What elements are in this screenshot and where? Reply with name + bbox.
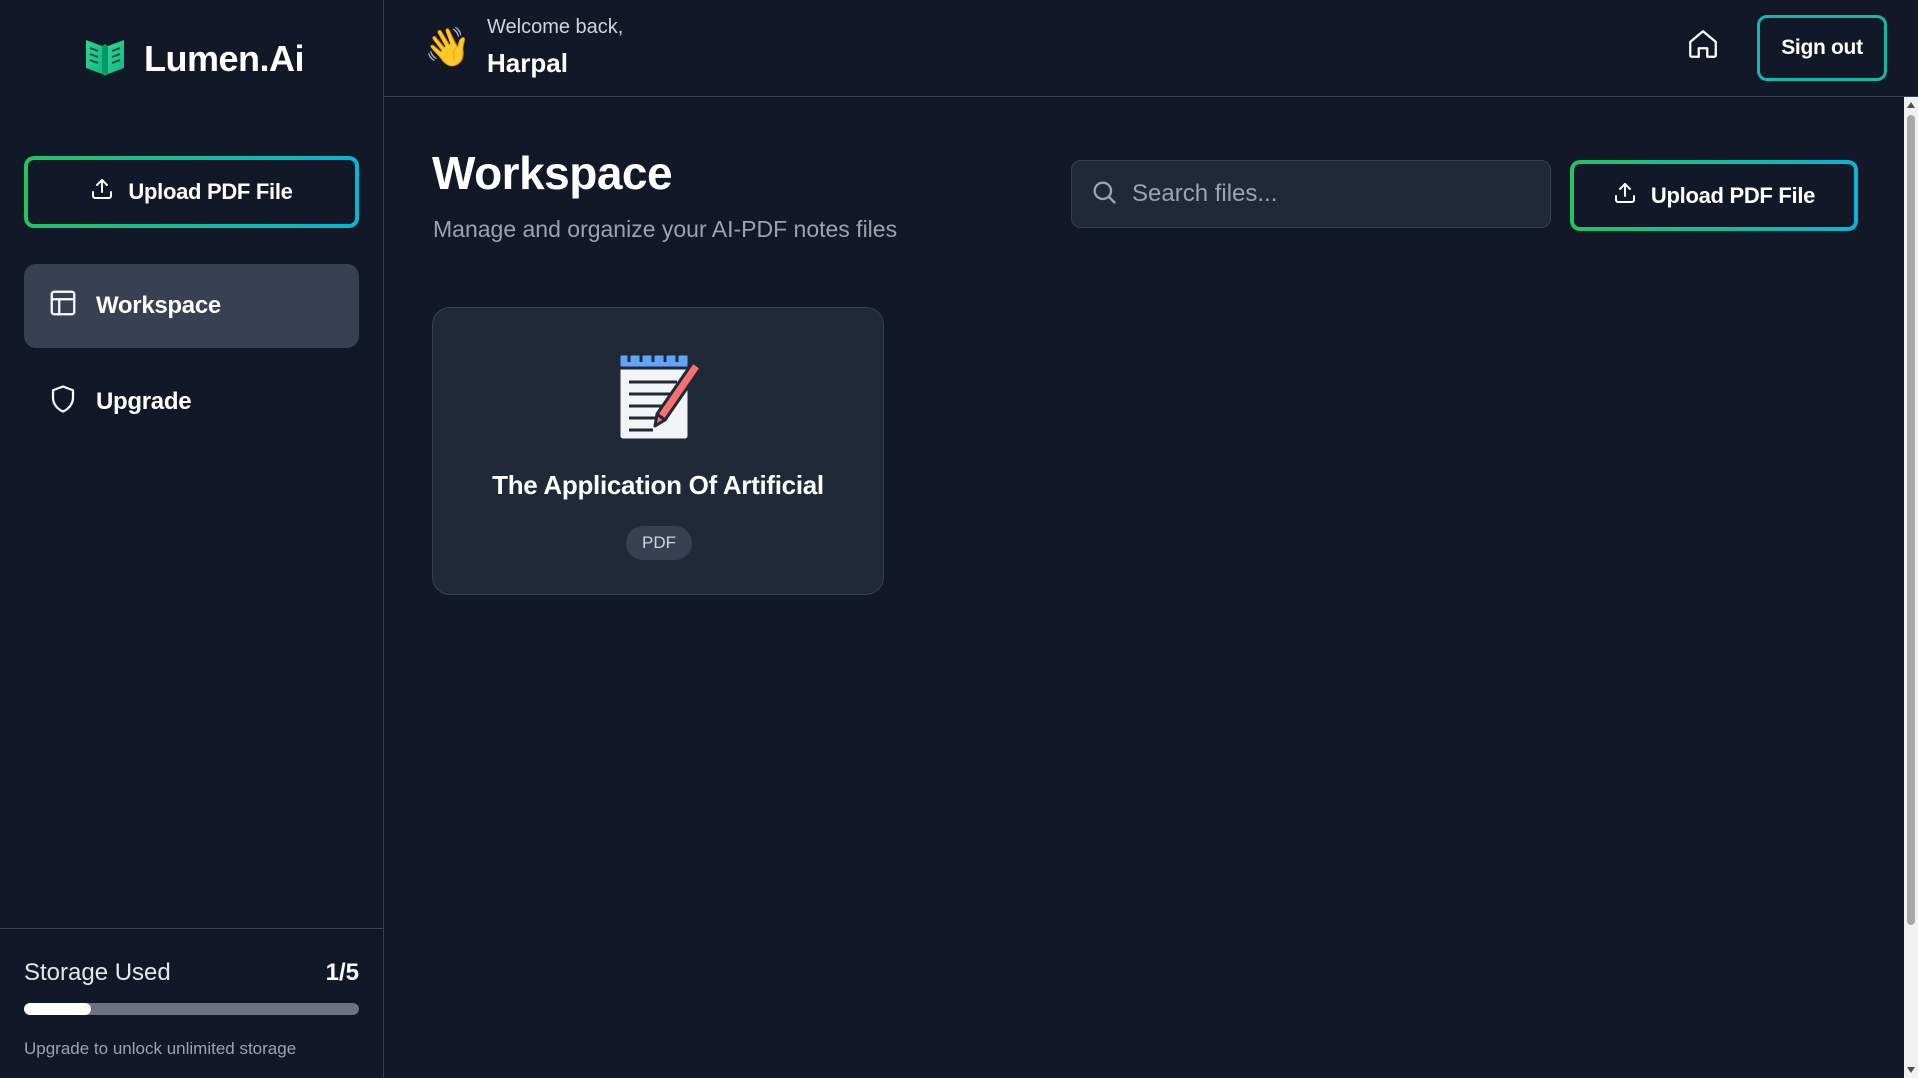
storage-progress-bar <box>24 1003 359 1015</box>
main-upload-label: Upload PDF File <box>1650 182 1816 208</box>
storage-progress-fill <box>24 1003 91 1015</box>
sidebar-upload-button[interactable]: Upload PDF File <box>24 156 359 228</box>
sidebar-item-upgrade[interactable]: Upgrade <box>24 360 359 444</box>
upload-icon <box>90 177 114 207</box>
home-button[interactable] <box>1683 26 1723 66</box>
storage-row: Storage Used 1/5 <box>24 959 359 987</box>
search-input[interactable] <box>1132 180 1532 208</box>
main-upload-button[interactable]: Upload PDF File <box>1570 160 1858 231</box>
search-box[interactable] <box>1071 160 1551 228</box>
username: Harpal <box>487 48 568 78</box>
open-book-icon <box>84 34 126 83</box>
sign-out-button[interactable]: Sign out <box>1757 15 1887 81</box>
sidebar-item-workspace[interactable]: Workspace <box>24 264 359 348</box>
notepad-pencil-icon <box>613 342 705 442</box>
wave-emoji-icon: 👋 <box>424 27 472 69</box>
page-scrollbar[interactable] <box>1904 97 1918 1078</box>
storage-count: 1/5 <box>325 959 359 986</box>
sidebar: Lumen.Ai Upload PDF File Workspace Upgra… <box>0 0 384 1078</box>
search-icon <box>1090 178 1118 211</box>
sidebar-upload-label: Upload PDF File <box>128 179 293 204</box>
sidebar-item-label: Workspace <box>96 292 221 319</box>
app-name: Lumen.Ai <box>144 37 305 79</box>
app-logo[interactable]: Lumen.Ai <box>84 34 305 83</box>
shield-icon <box>48 384 78 421</box>
scroll-down-arrow-icon[interactable] <box>1907 1067 1915 1073</box>
scroll-up-arrow-icon[interactable] <box>1907 102 1915 108</box>
page-subtitle: Manage and organize your AI-PDF notes fi… <box>433 216 898 242</box>
scroll-thumb[interactable] <box>1907 115 1915 925</box>
storage-label: Storage Used <box>24 959 171 986</box>
layout-icon <box>48 288 78 325</box>
home-icon <box>1686 27 1720 66</box>
file-card[interactable]: The Application Of Artificial PDF <box>432 307 884 595</box>
top-header: 👋 Welcome back, Harpal Sign out <box>384 0 1918 97</box>
file-title: The Application Of Artificial <box>492 470 824 500</box>
file-type-badge: PDF <box>626 526 692 560</box>
welcome-text: Welcome back, <box>487 16 624 38</box>
sidebar-item-label: Upgrade <box>96 388 192 415</box>
storage-hint: Upgrade to unlock unlimited storage <box>24 1039 297 1058</box>
upload-icon <box>1613 181 1637 211</box>
storage-panel: Storage Used 1/5 Upgrade to unlock unlim… <box>0 928 383 1078</box>
page-title: Workspace <box>432 147 673 199</box>
